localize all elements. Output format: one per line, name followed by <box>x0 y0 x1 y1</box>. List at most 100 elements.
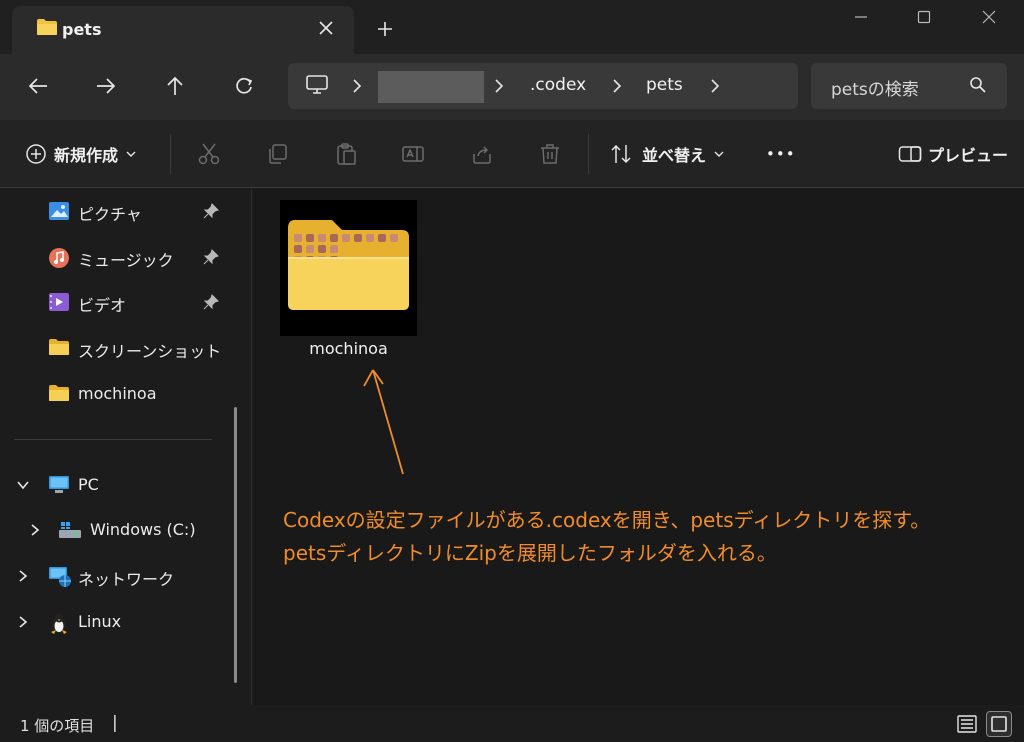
folder-icon <box>36 18 58 40</box>
arrow-right-icon <box>97 78 116 94</box>
share-icon <box>473 146 491 164</box>
paste-button[interactable] <box>333 141 359 167</box>
drive-icon <box>58 520 81 540</box>
search-icon <box>969 76 987 98</box>
sidebar-item-label: ビデオ <box>78 296 127 315</box>
navigation-pane: ピクチャ ミュージック ビデオ スクリーンショット mochinoa PC Wi… <box>0 189 252 705</box>
new-button-label: 新規作成 <box>54 146 119 165</box>
linux-icon <box>48 612 70 634</box>
close-icon <box>982 10 996 24</box>
search-input[interactable]: petsの検索 <box>831 75 919 100</box>
breadcrumb-codex[interactable]: .codex <box>530 75 586 95</box>
chevron-down-icon[interactable] <box>16 477 30 496</box>
monitor-icon <box>306 75 328 99</box>
address-bar[interactable]: .codex pets <box>288 63 798 109</box>
sidebar-item-videos[interactable]: ビデオ <box>0 282 240 322</box>
file-list: mochinoa Codexの設定ファイルがある.codexを開き、petsディ… <box>253 189 1024 705</box>
sidebar-item-network[interactable]: ネットワーク <box>0 556 240 596</box>
more-icon: ••• <box>766 145 796 163</box>
item-count: 1 個の項目 <box>20 717 95 735</box>
sidebar-item-label: ネットワーク <box>78 570 175 589</box>
share-button[interactable] <box>469 141 495 167</box>
pin-icon[interactable] <box>203 294 219 314</box>
delete-button[interactable] <box>537 141 563 167</box>
command-bar: 新規作成 並べ替え ••• プレビュー <box>0 120 1024 188</box>
toolbar-separator <box>588 134 589 174</box>
back-button[interactable] <box>18 68 58 104</box>
large-icons-view-button[interactable] <box>986 711 1012 737</box>
forward-button[interactable] <box>86 68 126 104</box>
sidebar-item-label: ミュージック <box>78 251 174 270</box>
folder-icon <box>48 384 70 404</box>
status-separator: | <box>112 713 118 733</box>
copy-icon <box>269 144 287 164</box>
sort-button-label: 並べ替え <box>642 146 707 165</box>
chevron-down-icon <box>714 151 724 157</box>
navigation-bar: .codex pets petsの検索 <box>0 54 1024 120</box>
close-window-button[interactable] <box>966 4 1012 30</box>
refresh-icon <box>236 77 253 94</box>
details-view-button[interactable] <box>954 711 980 737</box>
search-box[interactable]: petsの検索 <box>811 63 1007 109</box>
breadcrumb-pets[interactable]: pets <box>646 75 683 95</box>
pc-icon <box>48 475 70 495</box>
sidebar-item-label: PC <box>78 475 99 494</box>
clipboard-icon <box>337 143 356 165</box>
tab-pets[interactable]: pets <box>12 6 354 54</box>
sidebar-item-pc[interactable]: PC <box>0 465 240 505</box>
title-bar: pets <box>0 0 1024 54</box>
sidebar-item-mochinoa[interactable]: mochinoa <box>0 374 240 414</box>
chevron-right-icon[interactable] <box>16 614 30 633</box>
sidebar-scrollbar[interactable] <box>234 407 237 683</box>
arrow-up-icon <box>167 76 183 95</box>
preview-button-label: プレビュー <box>928 146 1009 165</box>
sidebar-item-music[interactable]: ミュージック <box>0 237 240 277</box>
pin-icon[interactable] <box>203 203 219 223</box>
new-button[interactable]: 新規作成 <box>26 120 136 188</box>
redacted-crumb[interactable] <box>378 71 484 103</box>
music-icon <box>48 247 70 268</box>
tab-title: pets <box>62 20 102 39</box>
sidebar-item-label: ピクチャ <box>78 205 142 224</box>
arrow-left-icon <box>28 78 47 94</box>
rename-button[interactable] <box>400 141 426 167</box>
plus-icon <box>378 22 392 36</box>
chevron-right-icon <box>494 78 504 97</box>
status-bar: 1 個の項目 | <box>0 705 1024 742</box>
folder-icon <box>48 338 70 358</box>
annotation-text: Codexの設定ファイルがある.codexを開き、petsディレクトリを探す。 … <box>283 504 930 570</box>
sidebar-item-pictures[interactable]: ピクチャ <box>0 191 240 231</box>
close-tab-button[interactable] <box>312 14 340 42</box>
sidebar-item-windows-drive[interactable]: Windows (C:) <box>0 510 240 550</box>
pin-icon[interactable] <box>203 249 219 269</box>
sidebar-item-linux[interactable]: Linux <box>0 602 240 642</box>
annotation-line: petsディレクトリにZipを展開したフォルダを入れる。 <box>283 541 777 565</box>
sidebar-item-screenshots[interactable]: スクリーンショット <box>0 328 240 368</box>
refresh-button[interactable] <box>224 68 264 104</box>
sidebar-item-label: mochinoa <box>78 384 157 403</box>
maximize-button[interactable] <box>901 4 947 30</box>
more-button[interactable]: ••• <box>766 120 796 188</box>
sort-icon <box>611 144 631 164</box>
network-icon <box>48 566 71 587</box>
minimize-button[interactable] <box>838 4 884 30</box>
videos-icon <box>48 292 70 312</box>
annotation-arrow <box>363 369 404 475</box>
annotation-line: Codexの設定ファイルがある.codexを開き、petsディレクトリを探す。 <box>283 508 931 532</box>
preview-button[interactable]: プレビュー <box>898 120 1008 188</box>
chevron-right-icon[interactable] <box>16 568 30 587</box>
chevron-right-icon[interactable] <box>710 78 720 97</box>
large-icons-view-icon <box>991 716 1007 732</box>
sort-button[interactable]: 並べ替え <box>610 120 724 188</box>
toolbar-separator <box>170 134 171 174</box>
up-button[interactable] <box>155 68 195 104</box>
cut-button[interactable] <box>196 141 222 167</box>
chevron-right-icon[interactable] <box>28 522 42 541</box>
preview-pane-icon <box>898 146 922 162</box>
new-tab-button[interactable] <box>370 14 400 44</box>
pictures-icon <box>48 201 70 221</box>
details-view-icon <box>957 715 977 733</box>
copy-button[interactable] <box>264 141 290 167</box>
sidebar-divider <box>14 439 212 440</box>
chevron-right-icon <box>612 78 622 97</box>
